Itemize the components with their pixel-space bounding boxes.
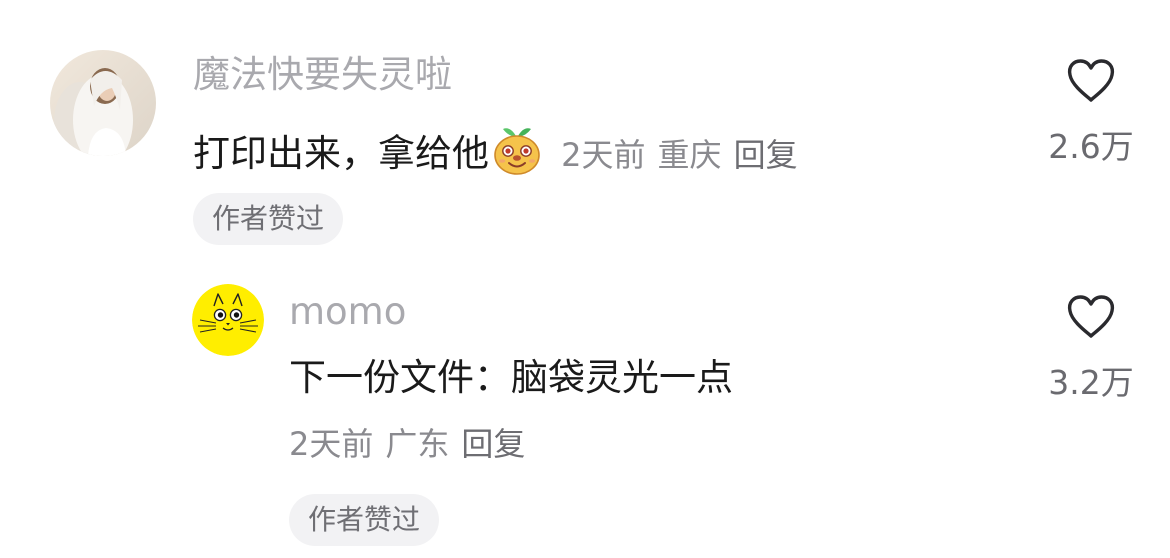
- author-liked-badge: 作者赞过: [193, 193, 344, 245]
- like-button[interactable]: 2.6万: [1031, 58, 1151, 163]
- comment-time: 2天前: [561, 136, 646, 174]
- comment-body[interactable]: 打印出来，拿给他 2天前 重庆 回复: [193, 124, 798, 176]
- like-button[interactable]: 3.2万: [1031, 294, 1151, 399]
- reply-button[interactable]: 回复: [461, 425, 525, 463]
- like-count: 3.2万: [1048, 363, 1134, 402]
- heart-outline-icon: [1067, 59, 1115, 102]
- like-count: 2.6万: [1048, 127, 1134, 166]
- reply-meta: 2天前 广东 回复: [289, 428, 525, 460]
- reply-time: 2天前: [289, 425, 374, 463]
- avatar[interactable]: [50, 50, 156, 156]
- comment-username[interactable]: 魔法快要失灵啦: [193, 56, 452, 93]
- comment-location: 重庆: [657, 136, 722, 174]
- reply-username[interactable]: momo: [289, 293, 406, 330]
- grinning-sprout-face-emoji-icon: [491, 124, 543, 176]
- reply-button[interactable]: 回复: [734, 136, 798, 174]
- reply-location: 广东: [385, 425, 450, 463]
- cat-face-icon: [192, 284, 264, 356]
- author-liked-badge: 作者赞过: [289, 494, 440, 546]
- reply-text[interactable]: 下一份文件：脑袋灵光一点: [289, 359, 733, 396]
- avatar[interactable]: [192, 284, 264, 356]
- user-photo-icon: [50, 50, 156, 156]
- heart-outline-icon: [1067, 295, 1115, 338]
- comment-text: 打印出来，拿给他: [193, 132, 489, 175]
